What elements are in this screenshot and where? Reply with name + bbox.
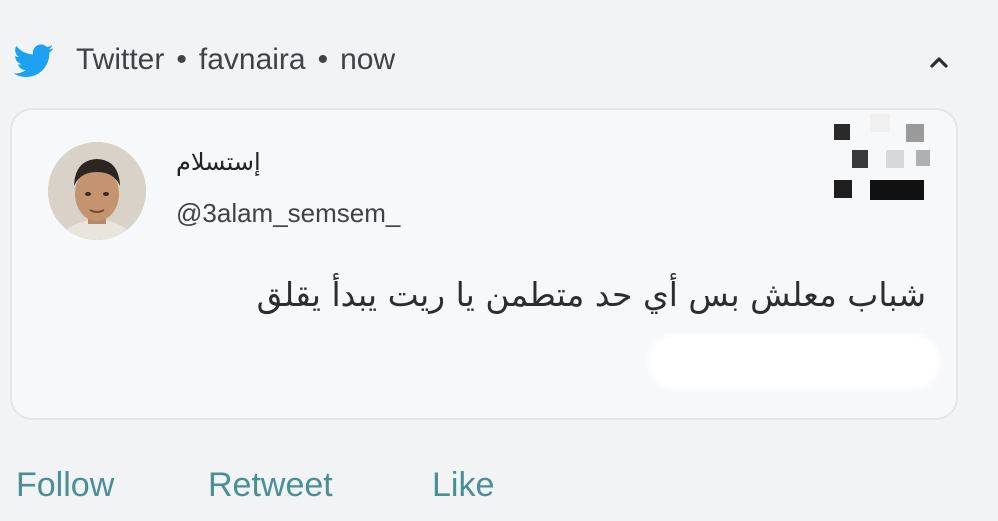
profile-photo (48, 142, 146, 240)
avatar[interactable] (48, 142, 146, 240)
like-button[interactable]: Like (432, 466, 494, 505)
follow-button[interactable]: Follow (16, 466, 114, 505)
twitter-bird-icon (14, 44, 54, 77)
retweet-button[interactable]: Retweet (208, 466, 333, 505)
tweet-text: شباب معلش بس أي حد متطمن يا ريت يبدأ يقل… (256, 275, 926, 314)
pixelated-redaction (830, 114, 940, 210)
tweet-display-name[interactable]: إستسلام (176, 148, 286, 176)
account-name: favnaira (198, 43, 306, 76)
notification-time: now (340, 43, 396, 76)
tweet-handle[interactable]: @3alam_semsem_ (176, 198, 400, 229)
notification-meta: Twitter • favnaira • now (76, 42, 395, 78)
redaction-blob (648, 334, 940, 390)
app-name: Twitter (76, 43, 165, 76)
separator-dot: • (176, 43, 187, 76)
separator-dot: • (317, 43, 329, 76)
notification-actions: Follow Retweet Like (0, 450, 998, 521)
notification-header: Twitter • favnaira • now (0, 0, 998, 110)
chevron-up-icon[interactable] (924, 50, 954, 74)
